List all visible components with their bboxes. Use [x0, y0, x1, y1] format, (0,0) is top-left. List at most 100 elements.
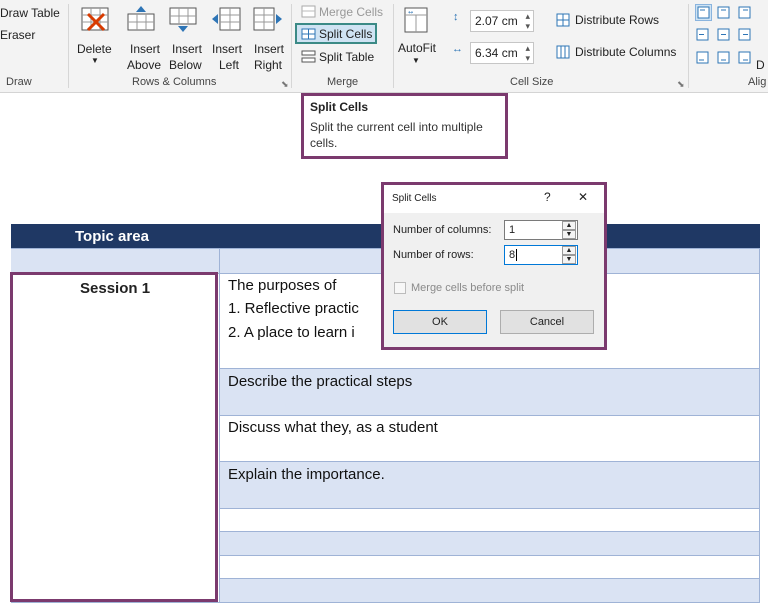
eraser-button[interactable]: Eraser: [0, 28, 35, 42]
close-icon[interactable]: ✕: [578, 190, 588, 204]
split-cells-tooltip: Split Cells Split the current cell into …: [301, 93, 508, 159]
rows-label: Number of rows:: [393, 249, 474, 261]
align-top-left-button[interactable]: [695, 4, 712, 21]
group-separator: [291, 4, 292, 88]
align-center-left-icon[interactable]: [695, 27, 710, 42]
row-height-icon: ↕: [453, 11, 459, 23]
rows-value: 8: [509, 249, 516, 261]
table-row[interactable]: [219, 531, 760, 555]
merge-group-label: Merge: [327, 76, 359, 88]
column-width-icon: ↔: [452, 43, 463, 55]
insert-right-label-2: Right: [254, 58, 283, 72]
align-top-right-icon[interactable]: [737, 5, 752, 20]
split-cells-label: Split Cells: [319, 27, 373, 41]
merge-cells-label: Merge Cells: [319, 5, 384, 19]
align-bottom-center-icon[interactable]: [716, 50, 731, 65]
insert-left-label-1: Insert: [212, 42, 243, 56]
spin-arrows-icon[interactable]: ▴ ▾: [525, 43, 530, 63]
group-separator: [68, 4, 69, 88]
columns-value: 1: [509, 224, 516, 236]
group-separator: [688, 4, 689, 88]
spin-up-icon[interactable]: ▲: [562, 221, 576, 230]
draw-table-button[interactable]: Draw Table: [0, 6, 60, 20]
align-bottom-right-icon[interactable]: [737, 50, 752, 65]
cell-text: Discuss what they, as a student: [228, 419, 438, 436]
insert-right-label-1: Insert: [254, 42, 285, 56]
row-border: [219, 415, 760, 416]
split-cells-icon: [301, 28, 316, 40]
cell-text: Describe the practical steps: [228, 373, 413, 390]
row-border: [219, 368, 760, 369]
ok-button[interactable]: OK: [393, 310, 487, 334]
split-cells-dialog: Split Cells ? ✕ Number of columns: 1 ▲ ▼…: [381, 182, 607, 350]
cell-text: The purposes of: [228, 277, 337, 294]
align-center-right-icon[interactable]: [737, 27, 752, 42]
spin-arrows-icon[interactable]: ▴ ▾: [525, 11, 530, 31]
merge-before-split-label: Merge cells before split: [411, 282, 525, 294]
insert-above-icon: [127, 6, 155, 31]
insert-above-label-2: Above: [127, 58, 162, 72]
cell-text: 1. Reflective practic: [228, 300, 359, 317]
cell-size-group-label: Cell Size: [510, 76, 554, 88]
rows-input[interactable]: 8 ▲ ▼: [504, 245, 578, 265]
row-height-input[interactable]: 2.07 cm ▴ ▾: [470, 10, 534, 32]
insert-right-icon: [253, 7, 282, 31]
dialog-launcher-icon[interactable]: ⬊: [281, 79, 289, 90]
row-border: [11, 602, 760, 603]
column-width-input[interactable]: 6.34 cm ▴ ▾: [470, 42, 534, 64]
spin-up-icon[interactable]: ▲: [562, 246, 576, 255]
insert-left-label-2: Left: [219, 58, 240, 72]
insert-above-label-1: Insert: [130, 42, 161, 56]
insert-left-icon: [212, 7, 241, 31]
text-direction-label-partial[interactable]: D: [756, 58, 765, 72]
spin-down-icon[interactable]: ▼: [562, 230, 576, 239]
insert-below-label-1: Insert: [172, 42, 203, 56]
group-separator: [393, 4, 394, 88]
insert-below-label-2: Below: [169, 58, 202, 72]
alignment-group-label: Alig: [748, 76, 767, 88]
dialog-launcher-icon[interactable]: ⬊: [677, 79, 685, 90]
insert-below-icon: [169, 7, 197, 32]
row-border: [219, 578, 760, 579]
table-row[interactable]: [219, 578, 760, 602]
row-height-value: 2.07 cm: [475, 14, 518, 28]
row-border: [219, 531, 760, 532]
tooltip-body-line2: cells.: [310, 136, 338, 150]
autofit-label: AutoFit: [398, 41, 437, 55]
header-topic-area[interactable]: Topic area: [75, 228, 149, 245]
chevron-down-icon: ▼: [412, 56, 420, 65]
distribute-rows-icon: [556, 13, 570, 27]
row-border: [219, 555, 760, 556]
column-width-value: 6.34 cm: [475, 46, 518, 60]
columns-label: Number of columns:: [393, 224, 492, 236]
ribbon: Draw Table Eraser Draw Delete ▼ Insert A…: [0, 0, 768, 93]
align-center-icon[interactable]: [716, 27, 731, 42]
rows-columns-group-label: Rows & Columns: [132, 76, 217, 88]
align-top-left-icon: [697, 6, 710, 19]
delete-table-icon: [81, 7, 109, 32]
align-bottom-left-icon[interactable]: [695, 50, 710, 65]
merge-cells-icon: [301, 5, 316, 18]
chevron-down-icon: ▼: [91, 56, 99, 65]
column-border: [219, 248, 220, 603]
distribute-rows-label: Distribute Rows: [575, 13, 660, 27]
help-icon[interactable]: ?: [544, 190, 551, 204]
split-cells-button[interactable]: Split Cells: [295, 23, 377, 44]
cell-text: Explain the importance.: [228, 466, 385, 483]
merge-before-split-checkbox[interactable]: [394, 282, 406, 294]
row-border: [219, 461, 760, 462]
dialog-title-bar[interactable]: Split Cells ? ✕: [384, 185, 604, 213]
cell-text: 2. A place to learn i: [228, 324, 355, 341]
split-table-icon: [301, 50, 316, 63]
cancel-button[interactable]: Cancel: [500, 310, 594, 334]
row-border: [219, 508, 760, 509]
tooltip-body-line1: Split the current cell into multiple: [310, 120, 483, 134]
spin-down-icon[interactable]: ▼: [562, 255, 576, 264]
align-top-center-icon[interactable]: [716, 5, 731, 20]
svg-text:↔: ↔: [408, 9, 413, 16]
selected-session-cell[interactable]: Session 1: [10, 272, 218, 602]
distribute-columns-icon: [556, 45, 570, 59]
text-cursor: [516, 249, 518, 261]
draw-group-label: Draw: [6, 76, 32, 88]
columns-input[interactable]: 1 ▲ ▼: [504, 220, 578, 240]
